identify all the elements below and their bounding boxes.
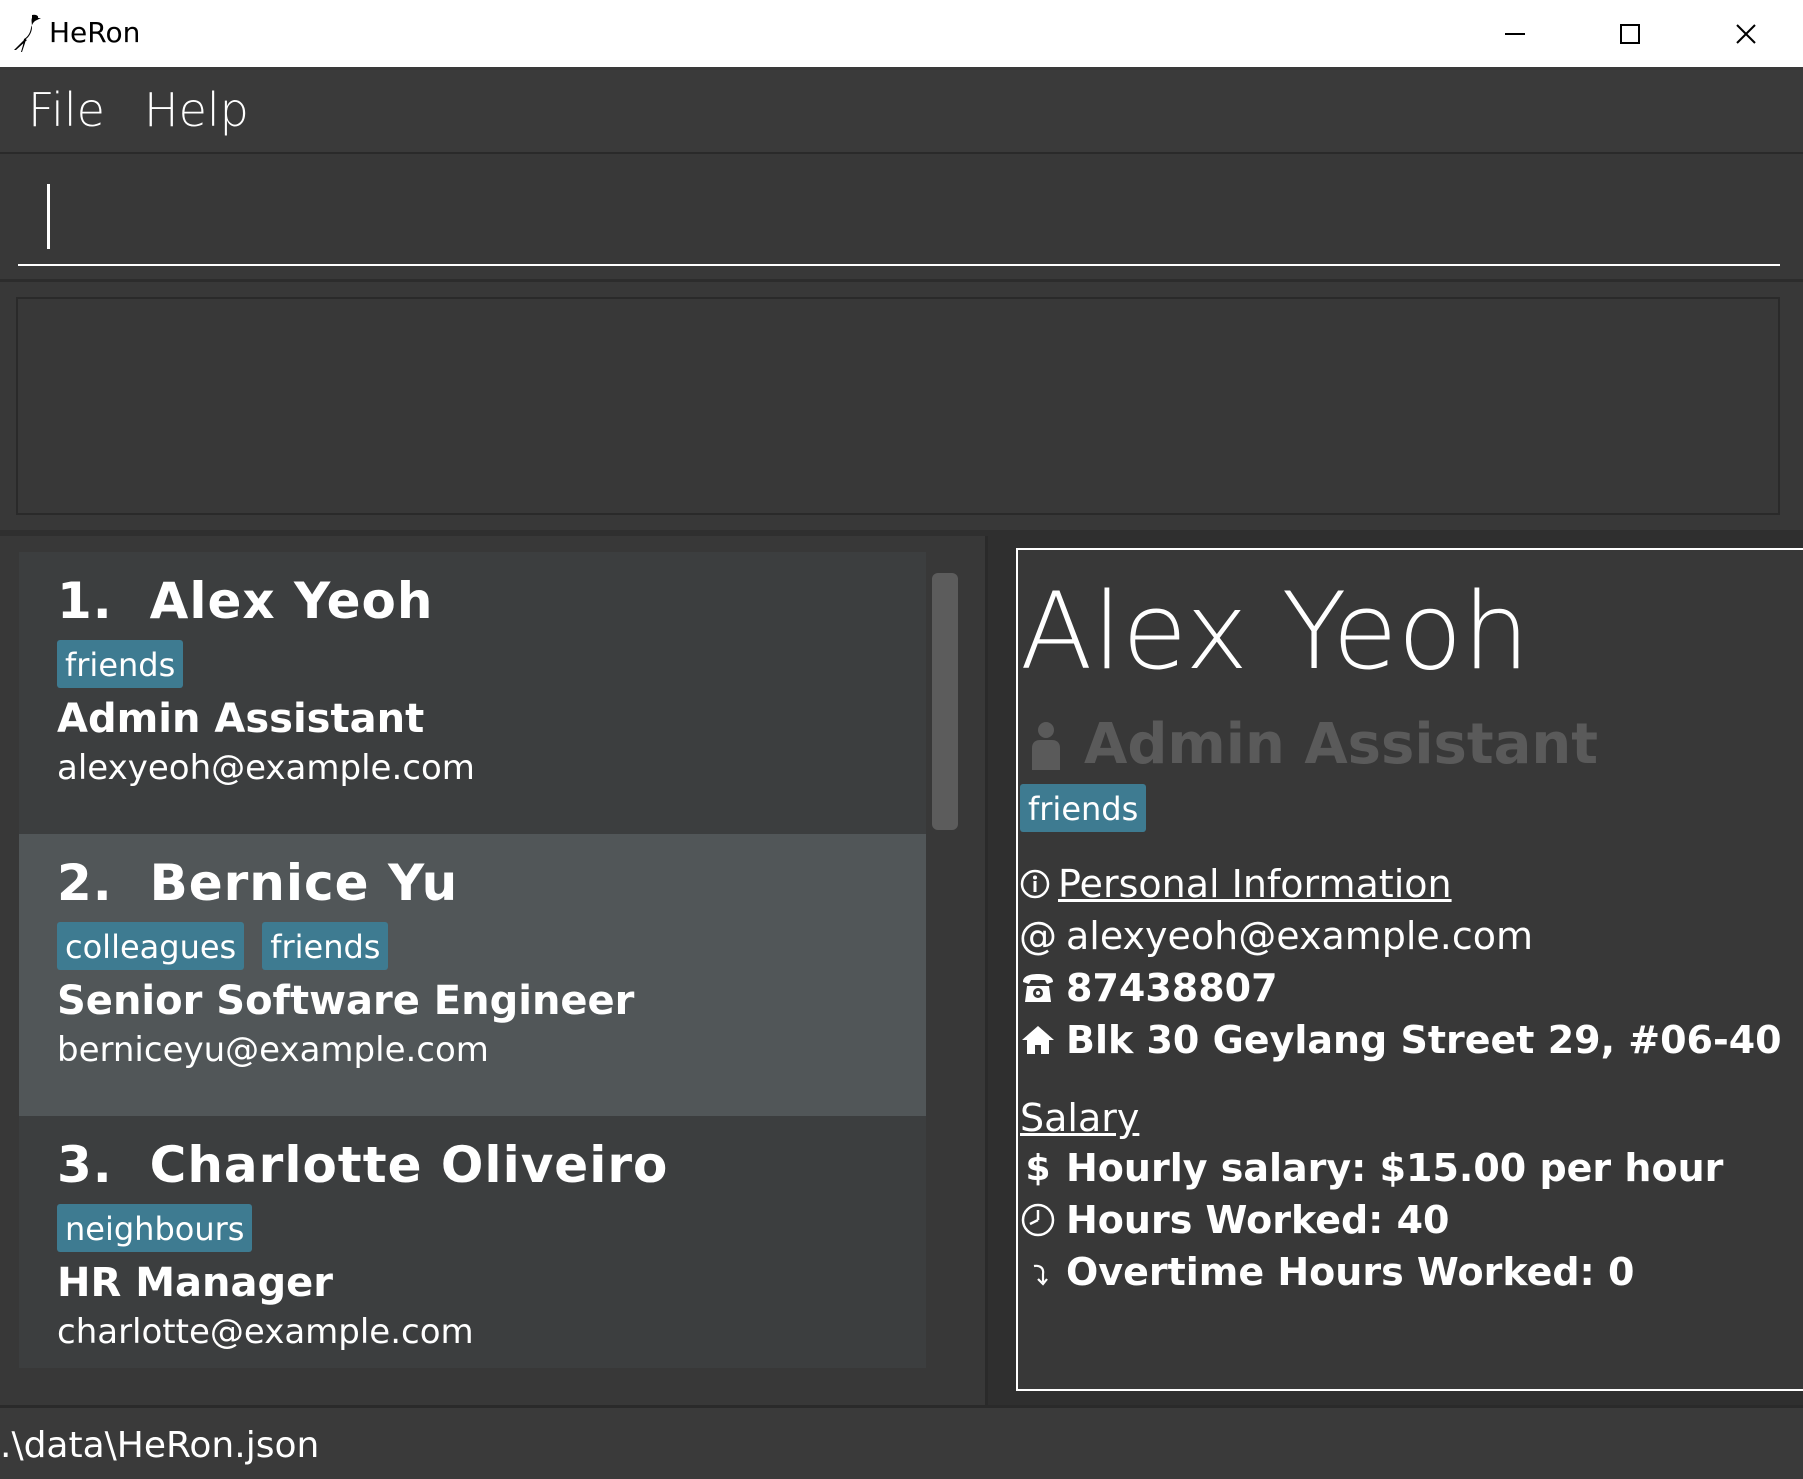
clock-icon xyxy=(1021,1203,1055,1237)
heron-bird-icon xyxy=(14,14,41,52)
detail-address: Blk 30 Geylang Street 29, #06-40 xyxy=(1066,1018,1782,1062)
detail-email: alexyeoh@example.com xyxy=(1066,914,1534,958)
person-name: Bernice Yu xyxy=(149,854,459,912)
person-role: HR Manager xyxy=(57,1260,333,1306)
person-index: 1. xyxy=(57,572,113,630)
close-button[interactable] xyxy=(1688,0,1803,67)
tag-list: colleagues friends xyxy=(57,922,389,970)
person-card-title: 1. Alex Yeoh xyxy=(57,572,434,630)
detail-tag-list: friends xyxy=(1020,784,1147,832)
detail-hours-worked: Hours Worked: 40 xyxy=(1066,1198,1450,1242)
person-role: Senior Software Engineer xyxy=(57,978,635,1024)
salary-heading: Salary xyxy=(1020,1096,1140,1140)
save-location: .\data\HeRon.json xyxy=(0,1425,320,1466)
person-detail-panel: Alex Yeoh Admin Assistant friends Person… xyxy=(1016,548,1803,1391)
person-email: berniceyu@example.com xyxy=(57,1030,489,1070)
detail-role: Admin Assistant xyxy=(1084,712,1599,777)
tag: colleagues xyxy=(57,922,245,970)
overtime-row: Overtime Hours Worked: 0 xyxy=(1020,1250,1634,1294)
detail-role-row: Admin Assistant xyxy=(1026,712,1598,777)
person-card-title: 3. Charlotte Oliveiro xyxy=(57,1136,668,1194)
person-index: 2. xyxy=(57,854,113,912)
person-card-title: 2. Bernice Yu xyxy=(57,854,458,912)
result-textarea[interactable] xyxy=(16,297,1780,515)
person-list-panel: 1. Alex Yeoh friends Admin Assistant ale… xyxy=(0,536,988,1405)
personal-info-label: Personal Information xyxy=(1058,862,1452,906)
phone-row: 87438807 xyxy=(1020,966,1278,1010)
title-bar: HeRon xyxy=(0,0,1803,67)
overtime-arrow-icon xyxy=(1033,1264,1048,1286)
tag: neighbours xyxy=(57,1204,253,1252)
tag-list: neighbours xyxy=(57,1204,253,1252)
person-card[interactable]: 1. Alex Yeoh friends Admin Assistant ale… xyxy=(19,552,926,834)
main-split-pane: 1. Alex Yeoh friends Admin Assistant ale… xyxy=(0,530,1803,1405)
maximize-icon xyxy=(1619,23,1640,44)
minimize-button[interactable] xyxy=(1457,0,1572,67)
close-icon xyxy=(1735,23,1756,44)
text-caret xyxy=(47,184,50,249)
result-display xyxy=(0,284,1803,528)
detail-phone: 87438807 xyxy=(1066,966,1278,1010)
at-icon: @ xyxy=(1019,914,1057,958)
menu-help[interactable]: Help xyxy=(144,83,249,137)
detail-overtime: Overtime Hours Worked: 0 xyxy=(1066,1250,1635,1294)
status-bar: .\data\HeRon.json xyxy=(0,1405,1803,1479)
person-email: alexyeoh@example.com xyxy=(57,748,475,788)
person-icon xyxy=(1032,721,1060,770)
phone-icon xyxy=(1023,974,1053,1002)
person-card[interactable]: 3. Charlotte Oliveiro neighbours HR Mana… xyxy=(19,1116,926,1368)
person-index: 3. xyxy=(57,1136,113,1194)
tag-list: friends xyxy=(57,640,184,688)
command-input[interactable] xyxy=(18,176,1780,266)
menu-bar: File Help xyxy=(0,67,1803,154)
window-title: HeRon xyxy=(49,16,141,49)
person-name: Charlotte Oliveiro xyxy=(149,1136,669,1194)
person-email: charlotte@example.com xyxy=(57,1312,474,1352)
address-row: Blk 30 Geylang Street 29, #06-40 xyxy=(1020,1018,1782,1062)
person-name: Alex Yeoh xyxy=(149,572,434,630)
tag: friends xyxy=(262,922,389,970)
personal-info-heading: Personal Information xyxy=(1020,862,1452,906)
person-card-selected[interactable]: 2. Bernice Yu colleagues friends Senior … xyxy=(19,834,926,1116)
person-role: Admin Assistant xyxy=(57,696,425,742)
minimize-icon xyxy=(1504,32,1525,35)
detail-name: Alex Yeoh xyxy=(1020,570,1530,693)
hours-worked-row: Hours Worked: 40 xyxy=(1020,1198,1450,1242)
command-box xyxy=(0,156,1803,282)
tag: friends xyxy=(1020,784,1147,832)
detail-hourly-salary: Hourly salary: $15.00 per hour xyxy=(1066,1146,1724,1190)
email-row: @ alexyeoh@example.com xyxy=(1019,914,1534,958)
list-scrollbar-thumb[interactable] xyxy=(932,573,958,830)
menu-file[interactable]: File xyxy=(28,83,105,137)
maximize-button[interactable] xyxy=(1572,0,1687,67)
tag: friends xyxy=(57,640,184,688)
hourly-salary-row: $ Hourly salary: $15.00 per hour xyxy=(1020,1146,1723,1190)
home-icon xyxy=(1022,1026,1054,1054)
dollar-icon: $ xyxy=(1025,1147,1051,1189)
info-icon xyxy=(1020,869,1050,899)
